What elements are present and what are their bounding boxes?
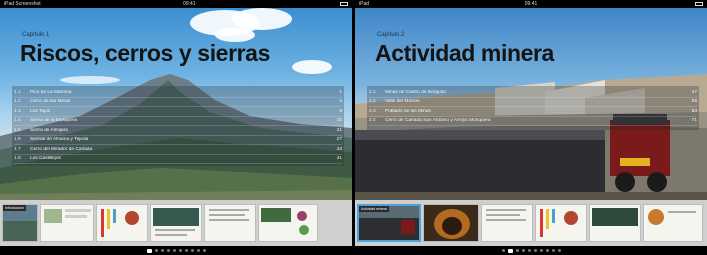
page-thumbnail[interactable] xyxy=(589,204,641,242)
page-dot-active[interactable] xyxy=(146,248,152,253)
clock: 09:41 xyxy=(183,1,196,7)
page-dot[interactable] xyxy=(166,249,170,252)
page-thumbnail[interactable] xyxy=(643,204,703,242)
left-screen: iPad Screenshot 09:41 Capítulo 1 Riscos,… xyxy=(0,0,352,255)
toc-item[interactable]: 1.4 Sierra de la Mosquera 15 xyxy=(14,117,342,126)
chapter-title: Riscos, cerros y sierras xyxy=(20,40,270,66)
toc-item[interactable]: 1.5 Sierra de Almijara 21 xyxy=(14,126,342,136)
chapter-title: Actividad minera xyxy=(375,40,554,66)
page-dot[interactable] xyxy=(527,249,531,252)
page-dot[interactable] xyxy=(160,249,164,252)
right-screen: iPad 09:41 Capítulo 2 Actividad minera 2… xyxy=(355,0,707,255)
dual-ipad-screenshots: iPad Screenshot 09:41 Capítulo 1 Riscos,… xyxy=(0,0,707,255)
toc-item[interactable]: 2.2 Valle del Morrón 55 xyxy=(369,98,697,107)
page-thumbnail[interactable] xyxy=(96,204,148,242)
toc-item[interactable]: 1.3 Los Tajos 9 xyxy=(14,107,342,117)
page-dot[interactable] xyxy=(178,249,182,252)
page-indicator[interactable] xyxy=(0,246,352,255)
status-bar: iPad 09:41 xyxy=(355,0,707,8)
page-thumbnail[interactable] xyxy=(258,204,318,242)
page-dot[interactable] xyxy=(551,249,555,252)
page-thumbnail-strip[interactable]: Introducción xyxy=(0,200,352,246)
toc-item[interactable]: 1.6 Sierras de Alhama y Tejeda 27 xyxy=(14,136,342,145)
carrier-label: iPad xyxy=(359,1,370,7)
page-dot[interactable] xyxy=(545,249,549,252)
status-bar: iPad Screenshot 09:41 xyxy=(0,0,352,8)
page-dot[interactable] xyxy=(190,249,194,252)
page-dot[interactable] xyxy=(501,249,505,252)
page-thumbnail[interactable] xyxy=(150,204,202,242)
clock: 09:41 xyxy=(524,1,538,7)
thumbnail-label: Introducción xyxy=(3,205,27,211)
toc-item[interactable]: 2.3 Poblado de las Minas 63 xyxy=(369,107,697,117)
table-of-contents: 2.1 Minas de Castro de Bergudo 47 2.2 Valle… xyxy=(369,88,697,126)
page-dot-active[interactable] xyxy=(507,248,513,253)
page-dot[interactable] xyxy=(154,249,158,252)
page-dot[interactable] xyxy=(533,249,537,252)
page-thumbnail-strip[interactable]: Actividad minera xyxy=(355,200,707,246)
page-thumbnail[interactable] xyxy=(535,204,587,242)
page-thumbnail[interactable]: Introducción xyxy=(2,204,38,242)
page-thumbnail[interactable] xyxy=(40,204,94,242)
page-thumbnail[interactable] xyxy=(481,204,533,242)
page-thumbnail-selected[interactable]: Actividad minera xyxy=(357,204,421,242)
chapter-label: Capítulo 2 xyxy=(377,32,405,38)
chapter-hero-image: Capítulo 2 Actividad minera 2.1 Minas de … xyxy=(355,8,707,200)
toc-item[interactable]: 1.1 Pico de La Maroma 1 xyxy=(14,88,342,98)
chapter-label: Capítulo 1 xyxy=(22,32,50,38)
chapter-hero-image: Capítulo 1 Riscos, cerros y sierras 1.1 P… xyxy=(0,8,352,200)
carrier-label: iPad Screenshot xyxy=(4,1,41,7)
page-dot[interactable] xyxy=(521,249,525,252)
table-of-contents: 1.1 Pico de La Maroma 1 1.2 Cerro de las Mi… xyxy=(14,88,342,164)
page-thumbnail[interactable] xyxy=(204,204,256,242)
thumbnail-label: Actividad minera xyxy=(359,206,389,212)
page-dot[interactable] xyxy=(196,249,200,252)
page-dot[interactable] xyxy=(515,249,519,252)
page-dot[interactable] xyxy=(184,249,188,252)
page-dot[interactable] xyxy=(172,249,176,252)
toc-item[interactable]: 2.1 Minas de Castro de Bergudo 47 xyxy=(369,88,697,98)
page-dot[interactable] xyxy=(202,249,206,252)
toc-item[interactable]: 1.7 Cerro del Mirador de Cañada 33 xyxy=(14,145,342,155)
page-dot[interactable] xyxy=(557,249,561,252)
toc-item[interactable]: 1.2 Cerro de las Minas 5 xyxy=(14,98,342,107)
toc-item[interactable]: 1.8 Los Castillejos 41 xyxy=(14,155,342,164)
toc-item[interactable]: 2.4 Cerro de Cañada San Antonio y Arroyo … xyxy=(369,117,697,126)
page-dot[interactable] xyxy=(539,249,543,252)
battery-icon xyxy=(693,0,703,8)
page-indicator[interactable] xyxy=(355,246,707,255)
battery-icon xyxy=(338,0,348,8)
page-thumbnail[interactable] xyxy=(423,204,479,242)
